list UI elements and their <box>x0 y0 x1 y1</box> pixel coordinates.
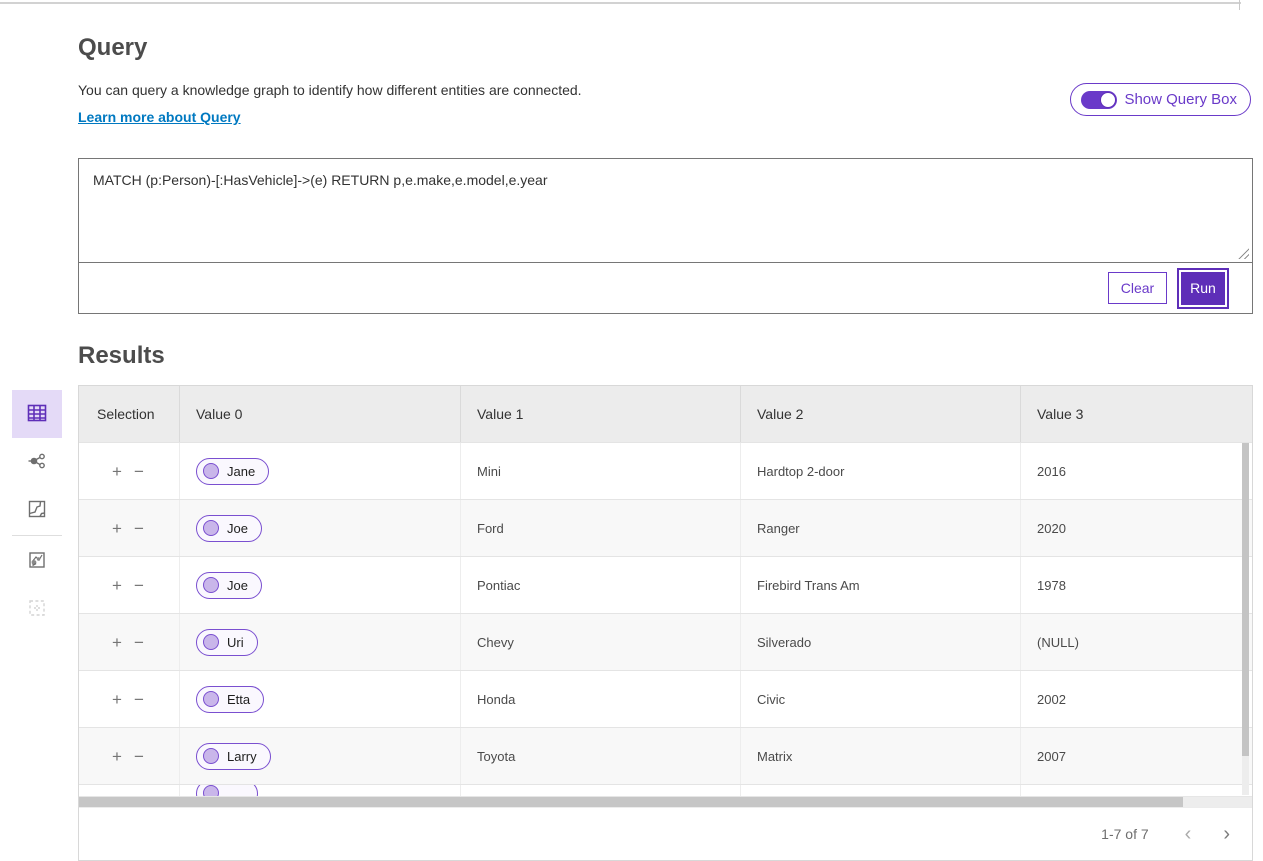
link-chart-view-icon <box>25 449 49 476</box>
add-to-selection-button[interactable]: + <box>112 463 134 480</box>
table-body: + − Jane Mini Hardtop 2-door 2016 + − Jo… <box>79 442 1252 796</box>
cell-value1: Mini <box>460 443 740 499</box>
view-map-button[interactable] <box>12 486 62 534</box>
column-header-value0: Value 0 <box>179 386 460 442</box>
remove-from-selection-button[interactable]: − <box>134 577 156 594</box>
cell-value1: Pontiac <box>460 557 740 613</box>
cell-value1: Honda <box>460 671 740 727</box>
cell-value1: Chevy <box>460 614 740 670</box>
add-to-selection-button[interactable]: + <box>112 691 134 708</box>
entity-node-icon <box>203 785 219 796</box>
learn-more-link[interactable]: Learn more about Query <box>78 109 241 125</box>
cell-value3: 2020 <box>1020 500 1252 556</box>
query-actions: Clear Run <box>79 263 1252 313</box>
table-row: + − Joe Pontiac Firebird Trans Am 1978 <box>79 556 1252 613</box>
remove-from-selection-button[interactable]: − <box>134 748 156 765</box>
entity-node-icon <box>203 463 219 479</box>
remove-from-selection-button[interactable]: − <box>134 691 156 708</box>
cell-value3: 2002 <box>1020 671 1252 727</box>
entity-node-icon <box>203 748 219 764</box>
query-page-title: Query <box>78 34 1253 62</box>
cell-value2: Civic <box>740 671 1020 727</box>
column-header-value3: Value 3 <box>1020 386 1252 442</box>
column-header-selection: Selection <box>79 386 179 442</box>
table-row: + − Larry Toyota Matrix 2007 <box>79 727 1252 784</box>
results-table-panel: Selection Value 0 Value 1 Value 2 Value … <box>78 385 1253 861</box>
pagination-range-label: 1-7 of 7 <box>1101 826 1148 842</box>
cell-value2: Hardtop 2-door <box>740 443 1020 499</box>
entity-node-icon <box>203 634 219 650</box>
table-view-icon <box>25 401 49 428</box>
table-row-partial <box>79 784 1252 796</box>
entity-chip[interactable]: Joe <box>196 572 262 599</box>
entity-chip[interactable]: Larry <box>196 743 271 770</box>
cell-value2: Matrix <box>740 728 1020 784</box>
entity-node-icon <box>203 520 219 536</box>
previous-page-button[interactable]: ‹ <box>1179 824 1198 844</box>
cell-value2: Ranger <box>740 500 1020 556</box>
entity-name: Etta <box>227 692 250 707</box>
sidebar-divider <box>12 535 62 536</box>
add-to-selection-button[interactable]: + <box>112 634 134 651</box>
entity-chip[interactable]: Joe <box>196 515 262 542</box>
results-title: Results <box>78 342 1253 370</box>
toggle-switch-icon <box>1081 91 1117 109</box>
cell-value2: Silverado <box>740 614 1020 670</box>
entity-name: Larry <box>227 749 257 764</box>
vertical-scroll-thumb[interactable] <box>1242 443 1249 756</box>
entity-name: Joe <box>227 578 248 593</box>
map-view-icon <box>25 497 49 524</box>
remove-from-selection-button[interactable]: − <box>134 634 156 651</box>
table-vertical-scrollbar[interactable] <box>1242 443 1249 795</box>
table-row: + − Uri Chevy Silverado (NULL) <box>79 613 1252 670</box>
main-content: Query You can query a knowledge graph to… <box>78 34 1253 861</box>
cell-value1: Ford <box>460 500 740 556</box>
results-view-sidebar <box>12 390 62 633</box>
window-top-divider <box>0 2 1241 4</box>
remove-from-selection-button[interactable]: − <box>134 463 156 480</box>
column-header-value1: Value 1 <box>460 386 740 442</box>
toggle-label: Show Query Box <box>1124 91 1237 108</box>
run-button[interactable]: Run <box>1181 272 1225 305</box>
cell-value3: (NULL) <box>1020 614 1252 670</box>
cell-value2: Firebird Trans Am <box>740 557 1020 613</box>
cell-value1: Toyota <box>460 728 740 784</box>
view-selection-button[interactable] <box>12 585 62 633</box>
cell-value3: 2016 <box>1020 443 1252 499</box>
entity-chip[interactable]: Etta <box>196 686 264 713</box>
horizontal-scroll-thumb[interactable] <box>79 797 1183 807</box>
show-query-box-toggle[interactable]: Show Query Box <box>1070 83 1251 116</box>
view-link-chart-map-button[interactable] <box>12 537 62 585</box>
column-header-value2: Value 2 <box>740 386 1020 442</box>
entity-name: Joe <box>227 521 248 536</box>
link-chart-map-view-icon <box>25 548 49 575</box>
query-input[interactable]: MATCH (p:Person)-[:HasVehicle]->(e) RETU… <box>79 159 1252 262</box>
table-horizontal-scrollbar[interactable] <box>79 796 1252 807</box>
entity-name: Uri <box>227 635 244 650</box>
add-to-selection-button[interactable]: + <box>112 577 134 594</box>
query-box: MATCH (p:Person)-[:HasVehicle]->(e) RETU… <box>78 158 1253 314</box>
cell-value3: 1978 <box>1020 557 1252 613</box>
selection-view-icon <box>25 596 49 623</box>
view-link-chart-button[interactable] <box>12 438 62 486</box>
scrollbar-top-tick <box>1239 0 1240 10</box>
table-row: + − Joe Ford Ranger 2020 <box>79 499 1252 556</box>
entity-node-icon <box>203 577 219 593</box>
entity-chip[interactable]: Jane <box>196 458 269 485</box>
entity-node-icon <box>203 691 219 707</box>
add-to-selection-button[interactable]: + <box>112 748 134 765</box>
clear-button[interactable]: Clear <box>1108 272 1167 304</box>
entity-name: Jane <box>227 464 255 479</box>
view-table-button[interactable] <box>12 390 62 438</box>
table-header-row: Selection Value 0 Value 1 Value 2 Value … <box>79 386 1252 442</box>
entity-chip-partial[interactable] <box>196 785 258 796</box>
add-to-selection-button[interactable]: + <box>112 520 134 537</box>
entity-chip[interactable]: Uri <box>196 629 258 656</box>
pagination-bar: 1-7 of 7 ‹ › <box>79 807 1252 860</box>
next-page-button[interactable]: › <box>1217 824 1236 844</box>
table-row: + − Jane Mini Hardtop 2-door 2016 <box>79 442 1252 499</box>
cell-value3: 2007 <box>1020 728 1252 784</box>
table-row: + − Etta Honda Civic 2002 <box>79 670 1252 727</box>
remove-from-selection-button[interactable]: − <box>134 520 156 537</box>
